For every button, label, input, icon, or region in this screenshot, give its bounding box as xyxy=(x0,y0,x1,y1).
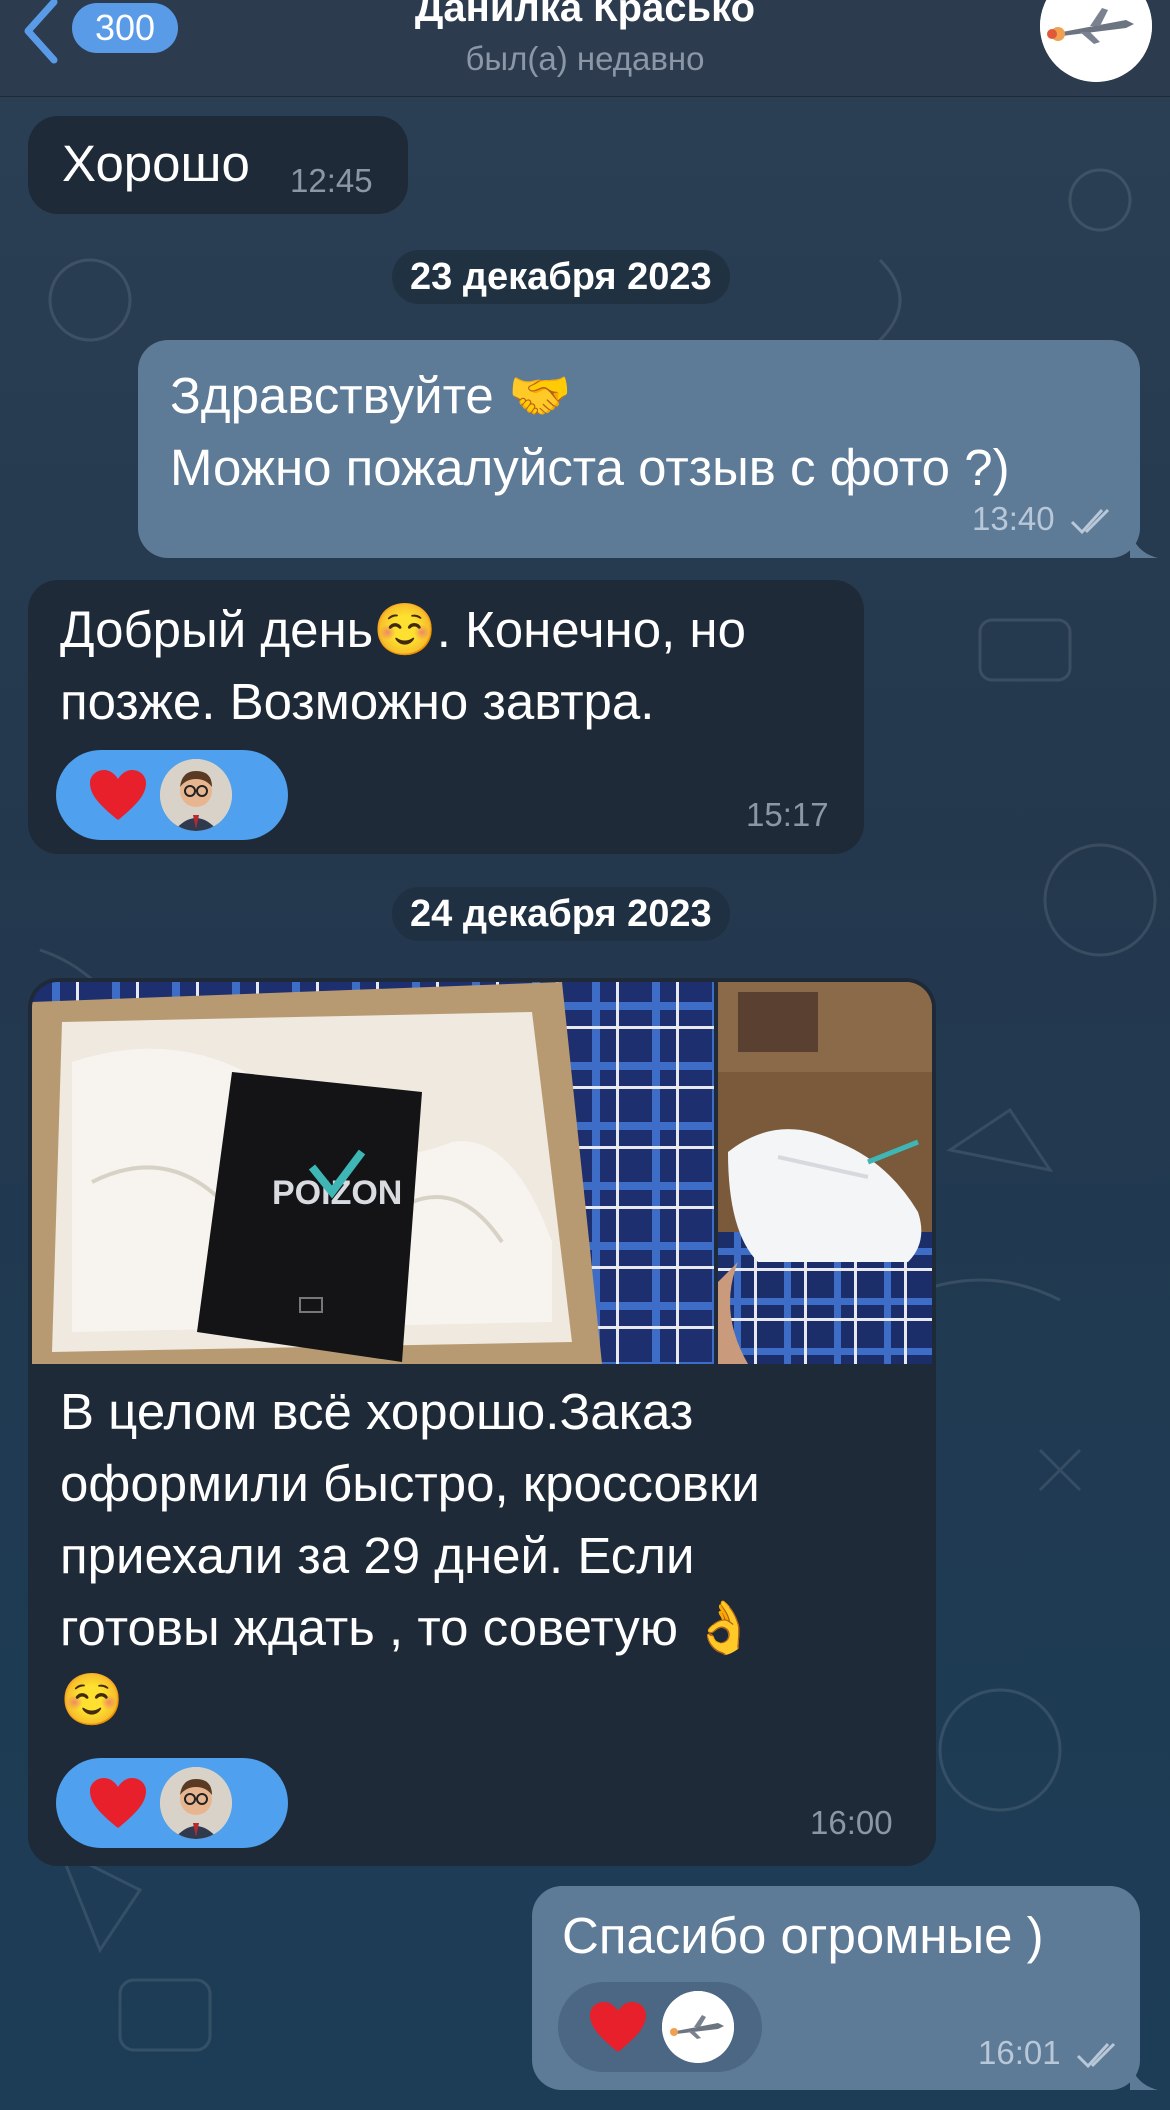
message-bubble-incoming[interactable]: Добрый день☺️. Конечно, но позже. Возмож… xyxy=(28,580,864,854)
read-checkmarks-icon xyxy=(1070,508,1110,535)
message-text: В целом всё хорошо.Заказ оформили быстро… xyxy=(60,1383,760,1728)
person-avatar-icon xyxy=(160,759,232,831)
box-photo[interactable]: POIZON xyxy=(32,982,714,1364)
date-separator: 23 декабря 2023 xyxy=(392,250,730,304)
contact-status: был(а) недавно xyxy=(465,40,705,77)
message-time: 16:00 xyxy=(810,1804,893,1841)
person-avatar-icon xyxy=(160,1767,232,1839)
message-time: 16:01 xyxy=(978,2034,1061,2071)
heart-reaction-icon xyxy=(590,2002,646,2052)
reaction-chip[interactable] xyxy=(56,1758,288,1848)
poizon-box-image: POIZON xyxy=(32,982,714,1364)
message-text: Хорошо xyxy=(62,135,250,192)
message-time: 12:45 xyxy=(290,162,373,199)
sneaker-image xyxy=(718,982,932,1364)
message-time: 15:17 xyxy=(746,796,829,833)
date-separator: 24 декабря 2023 xyxy=(392,887,730,941)
bubble-tail xyxy=(1130,2060,1158,2090)
sneaker-photo[interactable] xyxy=(718,982,932,1364)
message-bubble-outgoing[interactable]: Здравствуйте 🤝 Можно пожалуйста отзыв с … xyxy=(138,340,1140,558)
reaction-chip[interactable] xyxy=(558,1982,762,2072)
message-text: Спасибо огромные ) xyxy=(562,1907,1044,1964)
chat-header: 300 Данилка Красько был(а) недавно xyxy=(0,0,1170,97)
contact-name[interactable]: Данилка Красько xyxy=(0,0,1170,31)
bubble-tail xyxy=(1130,528,1158,558)
reactor-avatar xyxy=(160,759,232,831)
reactor-avatar xyxy=(662,1991,734,2063)
reactor-avatar xyxy=(160,1767,232,1839)
read-checkmarks-icon xyxy=(1076,2042,1116,2069)
message-text: Здравствуйте 🤝 Можно пожалуйста отзыв с … xyxy=(170,367,1010,496)
heart-reaction-icon xyxy=(90,1778,146,1828)
message-text: Добрый день☺️. Конечно, но позже. Возмож… xyxy=(60,601,746,730)
heart-reaction-icon xyxy=(90,770,146,820)
plane-avatar-icon xyxy=(662,1991,734,2063)
message-time: 13:40 xyxy=(972,500,1055,537)
reaction-chip[interactable] xyxy=(56,750,288,840)
message-bubble-outgoing[interactable]: Спасибо огромные ) 16:01 xyxy=(532,1886,1140,2090)
message-bubble-incoming[interactable]: POIZON В целом всё хорошо.Заказ оформили… xyxy=(28,978,936,1866)
message-bubble-incoming[interactable]: Хорошо 12:45 xyxy=(28,116,408,214)
